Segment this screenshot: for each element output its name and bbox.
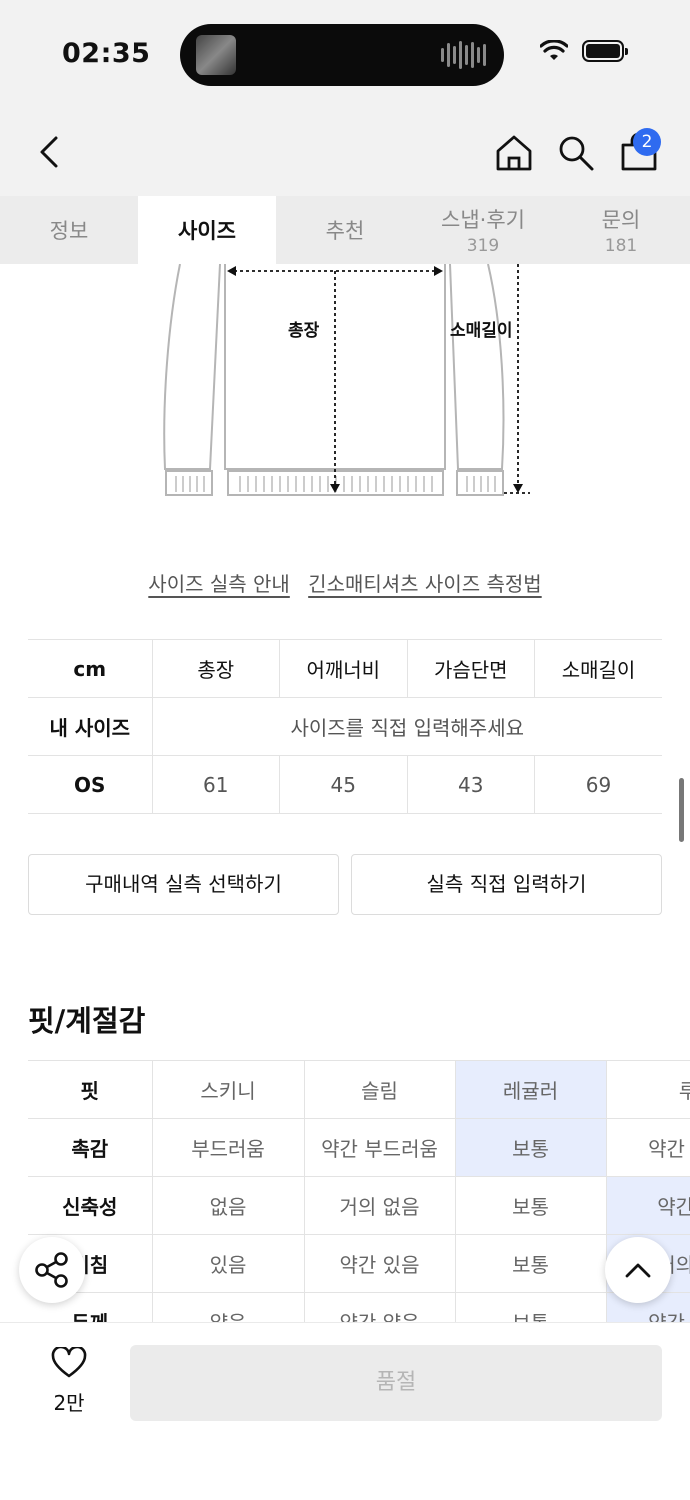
my-size-row: 내 사이즈 사이즈를 직접 입력해주세요 [28,697,662,756]
my-size-input-prompt[interactable]: 사이즈를 직접 입력해주세요 [151,697,662,756]
column-header: 가슴단면 [406,639,535,698]
size-value: 69 [534,755,662,814]
fit-option: 스키니 [151,1060,304,1119]
tab-label: 스냅·후기 [441,208,525,232]
size-name: OS [28,755,152,814]
fit-option: 부드러움 [151,1118,304,1177]
table-row: 핏 스키니 슬림 레귤러 루즈 [28,1060,690,1119]
size-table: cm 총장 어깨너비 가슴단면 소매길이 내 사이즈 사이즈를 직접 입력해주세… [28,639,662,814]
size-value: 61 [151,755,280,814]
fit-option: 거의 없음 [303,1176,455,1235]
size-value: 45 [279,755,407,814]
dynamic-island[interactable] [180,24,504,86]
fit-row-label: 신축성 [28,1176,152,1235]
fit-row-label: 핏 [28,1060,152,1119]
soldout-button: 품절 [130,1345,662,1421]
top-navigation [0,110,690,196]
column-header: 어깨너비 [279,639,407,698]
tab-label: 정보 [49,219,89,243]
table-row: 비침 있음 약간 있음 보통 거의 없음 [28,1234,690,1293]
fit-option: 약간 부드러움 [303,1118,455,1177]
column-header: 총장 [151,639,280,698]
heart-icon [51,1345,87,1378]
tab-label: 추천 [325,219,365,243]
size-table-header: cm 총장 어깨너비 가슴단면 소매길이 [28,639,662,698]
status-time: 02:35 [62,38,151,69]
status-bar: 02:35 [0,0,690,110]
tab-size[interactable]: 사이즈 [138,196,276,264]
tab-label: 문의 [601,208,641,232]
bottom-action-bar: 2만 품절 [0,1322,690,1500]
tab-count: 319 [466,236,500,256]
fit-option: 약간 있음 [303,1234,455,1293]
diagram-sleeve-label: 소매길이 [450,321,513,341]
like-count: 2만 [53,1391,85,1415]
scroll-to-top-button[interactable] [605,1237,671,1303]
table-row: 신축성 없음 거의 없음 보통 약간 있음 [28,1176,690,1235]
table-row: OS 61 45 43 69 [28,755,662,814]
size-diagram: 총장 소매길이 [150,263,540,508]
product-tabs: 정보 사이즈 추천 스냅·후기 319 문의 181 [0,196,690,264]
back-arrow-icon[interactable] [30,130,70,174]
fit-option: 있음 [151,1234,304,1293]
share-button[interactable] [19,1237,85,1303]
sweatshirt-illustration [163,263,530,496]
now-playing-artwork [196,35,236,75]
fit-option: 얇음 [151,1292,304,1322]
unit-header: cm [28,639,152,698]
tab-label: 사이즈 [178,219,236,243]
share-icon [35,1252,68,1288]
tab-snap-review[interactable]: 스냅·후기 319 [414,196,552,264]
cart-count-badge: 2 [633,128,661,156]
table-row: 두께 얇음 약간 얇음 보통 약간 두꺼움 [28,1292,690,1322]
measure-method-link[interactable]: 긴소매티셔츠 사이즈 측정법 [308,572,542,596]
scroll-indicator[interactable] [679,778,684,842]
fit-option: 보통 [454,1234,606,1293]
my-size-label: 내 사이즈 [28,697,152,756]
size-measure-guide-link[interactable]: 사이즈 실측 안내 [148,572,290,596]
search-icon[interactable] [557,134,595,172]
size-value: 43 [406,755,535,814]
fit-option: 보통 [454,1292,606,1322]
column-header: 소매길이 [534,639,662,698]
chevron-up-icon [625,1263,651,1278]
tab-recommend[interactable]: 추천 [276,196,414,264]
table-row: 촉감 부드러움 약간 부드러움 보통 약간 뻣뻣함 [28,1118,690,1177]
diagram-length-label: 총장 [288,321,320,341]
fit-option-selected: 보통 [454,1118,606,1177]
fit-option: 슬림 [303,1060,455,1119]
audio-waveform-icon [441,41,486,69]
fit-option: 없음 [151,1176,304,1235]
direct-input-measure-button[interactable]: 실측 직접 입력하기 [351,854,662,915]
wifi-icon [540,40,568,60]
fit-option: 루즈 [605,1060,690,1119]
fit-table-container[interactable]: 핏 스키니 슬림 레귤러 루즈 촉감 부드러움 약간 부드러움 보통 약간 뻣뻣… [28,1060,690,1322]
home-icon[interactable] [495,134,533,172]
like-button[interactable]: 2만 [34,1345,104,1416]
tab-inquiry[interactable]: 문의 181 [552,196,690,264]
fit-row-label: 촉감 [28,1118,152,1177]
fit-option-selected: 약간 있음 [605,1176,690,1235]
battery-icon [582,40,628,62]
fit-option-selected: 레귤러 [454,1060,606,1119]
fit-option: 약간 얇음 [303,1292,455,1322]
fit-table: 핏 스키니 슬림 레귤러 루즈 촉감 부드러움 약간 부드러움 보통 약간 뻣뻣… [28,1060,690,1322]
fit-section-title: 핏/계절감 [28,1004,146,1038]
tab-info[interactable]: 정보 [0,196,138,264]
fit-option: 보통 [454,1176,606,1235]
purchase-history-measure-button[interactable]: 구매내역 실측 선택하기 [28,854,339,915]
size-guide-links: 사이즈 실측 안내 긴소매티셔츠 사이즈 측정법 [0,568,690,597]
tab-count: 181 [604,236,638,256]
fit-option: 약간 뻣뻣함 [605,1118,690,1177]
